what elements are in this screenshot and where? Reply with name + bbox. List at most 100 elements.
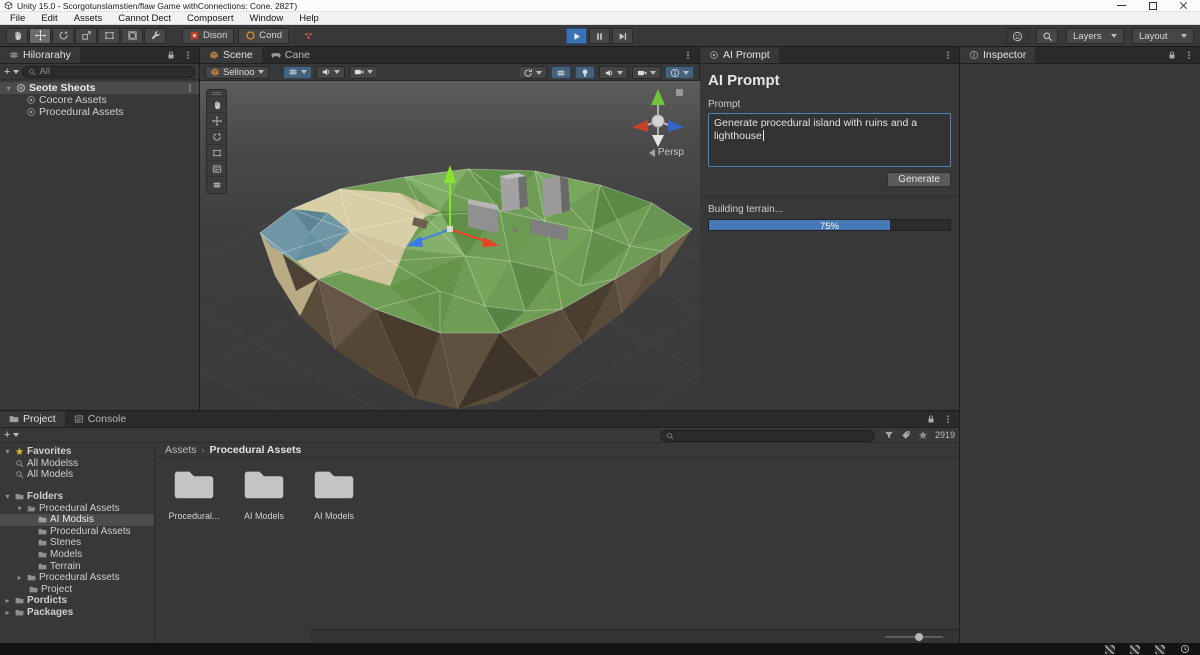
tree-row-stenes[interactable]: Stenes [0, 537, 154, 549]
add-asset-button[interactable]: + [4, 430, 10, 440]
project-search-input[interactable] [677, 431, 869, 442]
tab-game[interactable]: Cane [262, 47, 319, 63]
tree-row-all-modelss[interactable]: All Modelss [0, 458, 154, 470]
tree-row-project[interactable]: Project [0, 584, 154, 596]
disori-button[interactable]: Disori [182, 28, 234, 44]
lock-icon[interactable] [1167, 50, 1177, 60]
persp-toggle[interactable]: Persp [649, 147, 684, 158]
gizmos-button[interactable] [665, 66, 694, 79]
tree-row-terrain[interactable]: Terrain [0, 560, 154, 572]
favorite-star-icon[interactable] [918, 430, 928, 440]
minimize-icon[interactable] [1117, 1, 1126, 10]
menu-edit[interactable]: Edit [41, 13, 57, 24]
asset-item-ai-models-1[interactable]: AI Models [233, 466, 295, 521]
cond-button[interactable]: Cond [238, 28, 289, 44]
layers-dropdown[interactable]: Layers [1066, 28, 1124, 44]
rotate-tool-button[interactable] [52, 28, 74, 44]
view-hand-button[interactable] [207, 97, 226, 113]
move-tool-button[interactable] [29, 28, 51, 44]
scene-camera-button[interactable] [632, 66, 661, 79]
tab-ai-prompt[interactable]: AI Prompt [700, 47, 779, 63]
menu-window[interactable]: Window [249, 13, 283, 24]
label-tag-icon[interactable] [901, 430, 911, 440]
project-search[interactable] [660, 430, 875, 442]
menu-cannot-dect[interactable]: Cannot Dect [118, 13, 171, 24]
generate-button[interactable]: Generate [887, 172, 951, 187]
slider-thumb[interactable] [915, 633, 923, 641]
tree-row-procedural-assets[interactable]: ▾ Procedural Assets [0, 502, 154, 514]
tab-hierarchy[interactable]: Hilorarahy [0, 47, 80, 63]
reset-view-button[interactable] [518, 66, 547, 79]
view-grid-button[interactable] [207, 177, 226, 193]
menu-composert[interactable]: Composert [187, 13, 233, 24]
kebab-menu-icon[interactable] [183, 50, 193, 60]
tree-row-folders[interactable]: ▾ Folders [0, 491, 154, 503]
lighting-toggle-button[interactable] [575, 66, 595, 79]
tree-row-pordicts[interactable]: ▸ Pordicts [0, 595, 154, 607]
collapse-arrow-icon[interactable]: ▸ [3, 608, 12, 617]
view-options-button[interactable] [283, 66, 312, 79]
tab-scene[interactable]: Scene [200, 47, 262, 63]
hierarchy-row-procedural[interactable]: Procedural Assets [0, 106, 199, 118]
hierarchy-row-scene[interactable]: ▾ Seote Sheots [0, 82, 199, 94]
kebab-menu-icon[interactable] [1184, 50, 1194, 60]
global-search-button[interactable] [1036, 28, 1058, 44]
custom-tool-button[interactable] [144, 28, 166, 44]
tree-row-procedural-sub[interactable]: Procedural Assets [0, 526, 154, 538]
thumbnail-size-slider[interactable] [885, 636, 943, 638]
tree-row-favorites[interactable]: ▾ Favorites [0, 446, 154, 458]
account-button[interactable] [1006, 28, 1028, 44]
tab-console[interactable]: Console [65, 411, 136, 427]
shading-mode-dropdown[interactable]: Selinoo [205, 66, 269, 79]
expand-arrow-icon[interactable]: ▾ [4, 84, 13, 93]
lock-icon[interactable] [926, 414, 936, 424]
scale-tool-button[interactable] [75, 28, 97, 44]
rect-tool-button[interactable] [98, 28, 120, 44]
clock-icon[interactable] [1180, 644, 1190, 654]
transform-tool-button[interactable] [121, 28, 143, 44]
expand-arrow-icon[interactable]: ▾ [3, 447, 12, 456]
orientation-gizmo[interactable] [626, 87, 690, 149]
kebab-menu-icon[interactable] [683, 50, 693, 60]
view-screen-button[interactable] [207, 161, 226, 177]
hierarchy-row-cocore[interactable]: Cocore Assets [0, 94, 199, 106]
grid-toggle-button[interactable] [551, 66, 571, 79]
menu-help[interactable]: Help [299, 13, 319, 24]
add-dropdown-icon[interactable] [13, 433, 19, 437]
collapse-arrow-icon[interactable]: ▸ [3, 596, 12, 605]
kebab-menu-icon[interactable] [185, 83, 195, 93]
breadcrumb-assets[interactable]: Assets [165, 444, 197, 456]
menu-file[interactable]: File [10, 13, 25, 24]
tree-row-all-models[interactable]: All Models [0, 469, 154, 481]
add-dropdown-icon[interactable] [13, 70, 19, 74]
effects-toggle-button[interactable] [349, 66, 378, 79]
kebab-menu-icon[interactable] [943, 50, 953, 60]
hierarchy-search-input[interactable] [39, 66, 189, 77]
menu-assets[interactable]: Assets [74, 13, 103, 24]
collapse-arrow-icon[interactable]: ▸ [15, 573, 24, 582]
pause-button[interactable] [589, 28, 610, 44]
tree-row-models[interactable]: Models [0, 549, 154, 561]
expand-arrow-icon[interactable]: ▾ [15, 504, 24, 513]
audio-toggle-button[interactable] [316, 66, 345, 79]
hand-tool-button[interactable] [6, 28, 28, 44]
play-button[interactable] [566, 28, 587, 44]
view-rotate-button[interactable] [207, 129, 226, 145]
step-button[interactable] [612, 28, 633, 44]
tree-row-ai-models-selected[interactable]: AI Modsis [0, 514, 154, 526]
tree-row-procedural-2[interactable]: ▸ Procedural Assets [0, 572, 154, 584]
kebab-menu-icon[interactable] [943, 414, 953, 424]
filter-icon[interactable] [884, 430, 894, 440]
layout-dropdown[interactable]: Layout [1132, 28, 1194, 44]
scene-audio-button[interactable] [599, 66, 628, 79]
hierarchy-search[interactable] [22, 66, 195, 78]
collab-button[interactable] [297, 28, 319, 44]
add-object-button[interactable]: + [4, 67, 10, 77]
restore-icon[interactable] [1148, 1, 1157, 10]
lock-icon[interactable] [166, 50, 176, 60]
tree-row-packages[interactable]: ▸ Packages [0, 607, 154, 619]
breadcrumb-current[interactable]: Procedural Assets [210, 444, 302, 456]
close-icon[interactable] [1179, 1, 1188, 10]
scene-viewport[interactable]: Persp [200, 81, 700, 410]
view-rect-button[interactable] [207, 145, 226, 161]
